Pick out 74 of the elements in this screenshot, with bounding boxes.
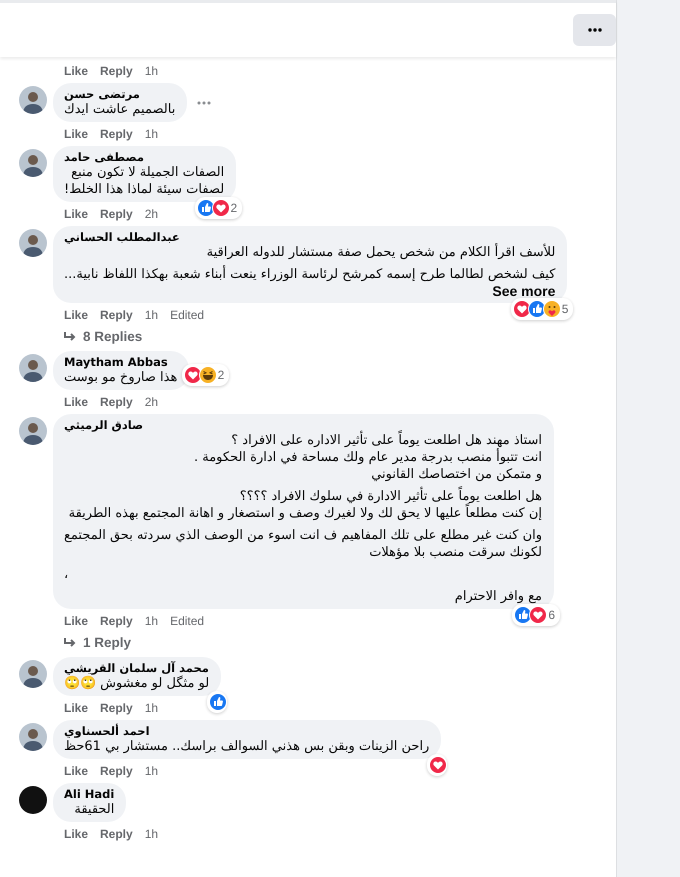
comment-text: راحن الزينات وبقن بس هذني السوالف براسك.. مستشار بي 61حظ: [64, 738, 430, 755]
like-button[interactable]: Like: [64, 207, 88, 221]
comment-time[interactable]: 2h: [144, 207, 158, 221]
comment-text: هذا صاروخ مو بوست: [64, 369, 178, 386]
commenter-name[interactable]: محمد آل سلمان القريشي: [64, 661, 210, 675]
commenter-name[interactable]: Ali Hadi: [64, 787, 114, 801]
like-button[interactable]: Like: [64, 701, 88, 715]
reply-button[interactable]: Reply: [100, 207, 133, 221]
like-button[interactable]: Like: [64, 764, 88, 778]
user-avatar[interactable]: [19, 86, 47, 114]
reply-button[interactable]: Reply: [100, 308, 133, 322]
like-button[interactable]: Like: [64, 308, 88, 322]
comment-time[interactable]: 1h: [144, 64, 158, 78]
commenter-name[interactable]: مرتضى حسن: [64, 87, 176, 101]
user-avatar[interactable]: [19, 786, 47, 814]
comment-text: الصفات الجميلة لا تكون منبع لصفات سيئة لماذا هذا الخلط!: [64, 164, 224, 198]
user-avatar[interactable]: [19, 660, 47, 688]
user-avatar[interactable]: [19, 417, 47, 445]
reply-button[interactable]: Reply: [100, 395, 133, 409]
comment-text: استاذ مهند هل اطلعت يوماً على تأثير الاداره على الافراد ؟ انت تتبوأ منصب بدرجة مدير عام ولك مساحة في ادارة الحكومة . و متمكن من اختصاصك القانوني: [64, 432, 542, 483]
comment-text: كيف لشخص لطالما طرح إسمه كمرشح لرئاسة الوزراء ينعت أبناء شعبة بهكذا اللفاظ نابية...: [64, 266, 556, 283]
like-button[interactable]: Like: [64, 395, 88, 409]
reaction-summary[interactable]: 2: [194, 197, 242, 219]
reaction-count: 2: [218, 368, 226, 382]
reply-button[interactable]: Reply: [100, 827, 133, 841]
comment-time[interactable]: 1h: [144, 308, 158, 322]
reply-arrow-icon: [63, 330, 77, 342]
more-options-button[interactable]: [573, 14, 616, 46]
comment-time[interactable]: 1h: [144, 827, 158, 841]
like-button[interactable]: Like: [64, 127, 88, 141]
like-button[interactable]: Like: [64, 64, 88, 78]
comment-text: بالصميم عاشت ايدك: [64, 101, 176, 118]
commenter-name[interactable]: Maytham Abbas: [64, 355, 178, 369]
like-button[interactable]: Like: [64, 614, 88, 628]
replies-link[interactable]: 1 Reply: [19, 633, 132, 652]
commenter-name[interactable]: احمد ألحسناوي: [64, 724, 430, 738]
reply-button[interactable]: Reply: [100, 764, 133, 778]
replies-link[interactable]: 8 Replies: [19, 327, 142, 346]
comment-text: ،: [64, 566, 70, 583]
reply-button[interactable]: Reply: [100, 127, 133, 141]
reaction-summary[interactable]: 5: [510, 298, 574, 320]
reply-arrow-icon: [63, 636, 77, 648]
edited-label: Edited: [170, 308, 204, 322]
more-icon: [588, 28, 602, 32]
like-button[interactable]: Like: [64, 827, 88, 841]
reaction-count: 2: [230, 201, 238, 215]
comment-text: هل اطلعت يوماً على تأثير الادارة في سلوك الافراد ؟؟؟؟ إن كنت مطلعاً عليها لا يحق لك ولا لغيرك وصف و استصغار و اهانة المجتمع بهذه الطريقة: [64, 488, 542, 522]
comment-time[interactable]: 2h: [144, 395, 158, 409]
reply-button[interactable]: Reply: [100, 701, 133, 715]
comment-text: لو مثگل لو مغشوش 🙄🙄: [64, 675, 210, 692]
comment-text: الحقيقة: [73, 801, 114, 818]
user-avatar[interactable]: [19, 229, 47, 257]
comment-text: مع وافر الاحترام: [454, 588, 542, 605]
comment-time[interactable]: 1h: [144, 701, 158, 715]
reply-button[interactable]: Reply: [100, 64, 133, 78]
reaction-summary[interactable]: 2: [182, 364, 230, 386]
edited-label: Edited: [170, 614, 204, 628]
reaction-count: 5: [562, 302, 570, 316]
reaction-count: 6: [548, 608, 556, 622]
comment-text: وان كنت غير مطلع على تلك المفاهيم ف انت اسوء من الوصف الذي سردته بحق المجتمع لكونك سرقت منصب بلا مؤهلات: [64, 527, 542, 561]
user-avatar[interactable]: [19, 354, 47, 382]
comment-time[interactable]: 1h: [144, 764, 158, 778]
commenter-name[interactable]: عبدالمطلب الحساني: [64, 230, 556, 244]
commenter-name[interactable]: مصطفى حامد: [64, 150, 224, 164]
more-icon: [197, 100, 212, 104]
see-more-link[interactable]: See more: [492, 283, 556, 299]
reply-button[interactable]: Reply: [100, 614, 133, 628]
comment-time[interactable]: 1h: [144, 614, 158, 628]
user-avatar[interactable]: [19, 149, 47, 177]
reaction-summary[interactable]: 6: [512, 604, 560, 626]
comment-time[interactable]: 1h: [144, 127, 158, 141]
more-options-button[interactable]: [197, 100, 212, 104]
user-avatar[interactable]: [19, 723, 47, 751]
comment-text: للأسف اقرأ الكلام من شخص يحمل صفة مستشار للدوله العراقية: [206, 244, 556, 261]
